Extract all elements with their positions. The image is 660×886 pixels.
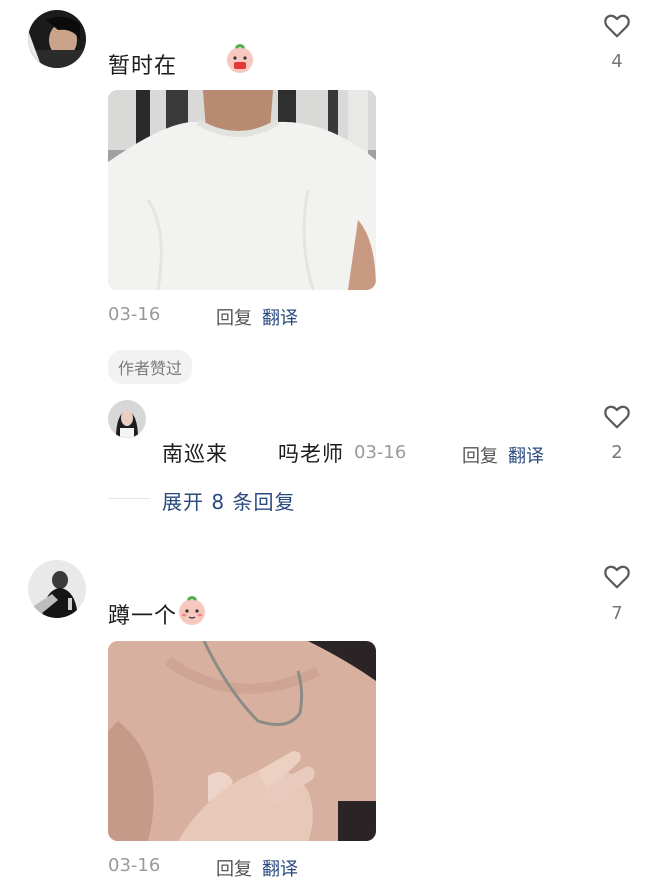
like-heart-icon[interactable] [602,401,632,431]
like-count: 2 [611,442,623,463]
author-liked-badge: 作者赞过 [108,350,193,384]
avatar[interactable] [108,400,146,438]
translate-button[interactable]: 翻译 [508,442,544,468]
emoji-icon [224,42,256,74]
expand-divider [108,498,150,499]
reply-date: 03-16 [354,442,407,463]
translate-button[interactable]: 翻译 [262,304,298,330]
like-heart-icon[interactable] [602,561,632,591]
avatar[interactable] [28,560,86,618]
comment-date: 03-16 [108,304,161,325]
emoji-icon [176,594,208,626]
reply-button[interactable]: 回复 [216,855,252,881]
comment-text: 暂时在 [108,54,178,79]
comment-image[interactable] [108,90,376,290]
reply-button[interactable]: 回复 [462,442,498,468]
like-heart-icon[interactable] [602,10,632,40]
reply-user[interactable]: 南巡来 [162,438,228,468]
expand-replies-button[interactable]: 展开 8 条回复 [162,486,295,515]
avatar[interactable] [28,10,86,68]
comment-image[interactable] [108,641,376,841]
reply-button[interactable]: 回复 [216,304,252,330]
translate-button[interactable]: 翻译 [262,855,298,881]
like-count: 7 [611,603,623,624]
comment-date: 03-16 [108,855,161,876]
comment-text: 蹲一个 [108,604,178,629]
like-count: 4 [611,51,623,72]
reply-text: 吗老师 [278,442,344,466]
